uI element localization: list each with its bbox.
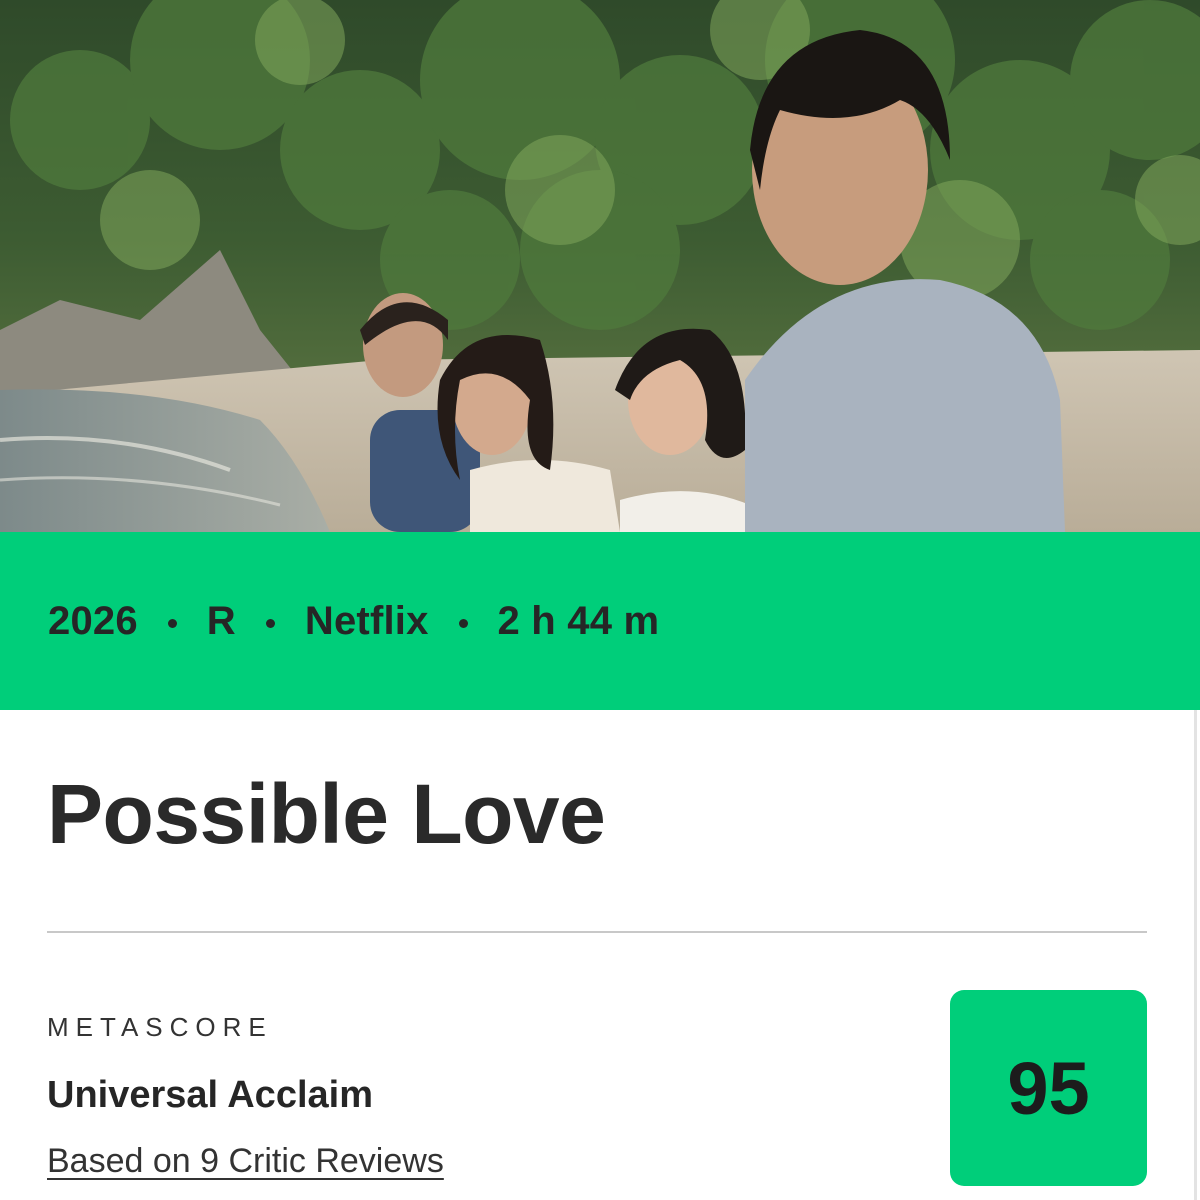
divider (47, 931, 1147, 933)
metascore-label: METASCORE (47, 1012, 273, 1042)
beach-scene-illustration (0, 0, 1200, 532)
metascore-value: 95 (1007, 1046, 1090, 1130)
meta-band: 2026 R Netflix 2 h 44 m (0, 532, 1200, 710)
page-title: Possible Love (47, 767, 606, 861)
content-rating: R (206, 598, 236, 643)
person-3-figure (615, 328, 750, 532)
critic-reviews-link[interactable]: Based on 9 Critic Reviews (47, 1142, 444, 1181)
metascore-badge[interactable]: 95 (950, 990, 1147, 1186)
title-card: Possible Love METASCORE Universal Acclai… (0, 710, 1197, 1200)
runtime: 2 h 44 m (497, 598, 660, 643)
meta-info-row: 2026 R Netflix 2 h 44 m (48, 599, 659, 644)
hero-image (0, 0, 1200, 532)
separator-dot (167, 618, 177, 628)
release-year: 2026 (48, 598, 138, 643)
separator-dot (265, 618, 275, 628)
streaming-platform: Netflix (304, 598, 429, 643)
metascore-verdict: Universal Acclaim (47, 1074, 373, 1116)
separator-dot (458, 618, 468, 628)
